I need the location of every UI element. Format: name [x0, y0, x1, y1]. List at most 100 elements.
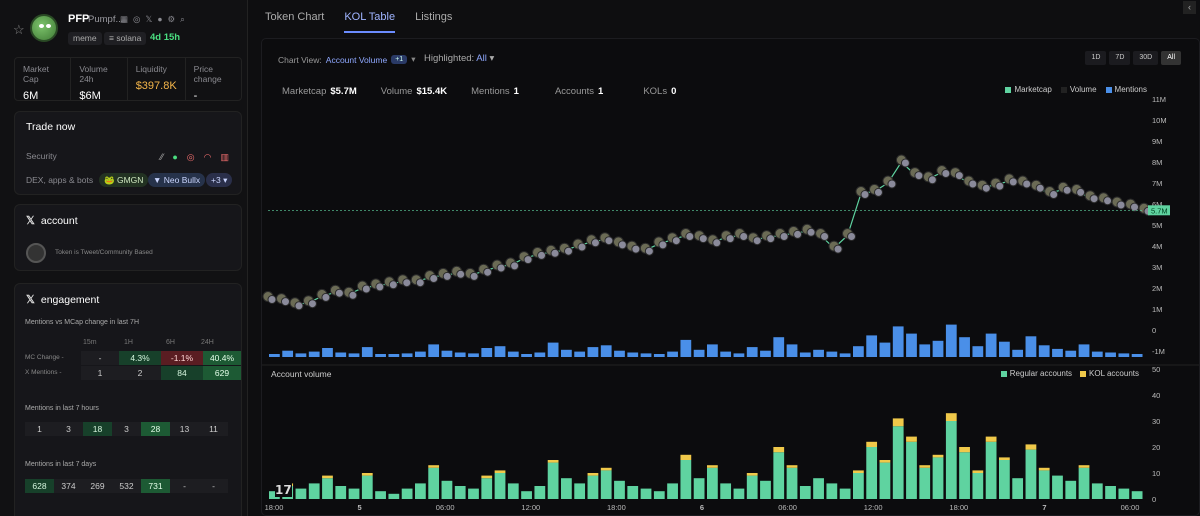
regular-accounts-bar — [627, 486, 639, 499]
tag-solana-label: solana — [116, 33, 142, 43]
regular-accounts-bar — [799, 486, 811, 499]
app-neo-bullx[interactable]: ▼ Neo Bullx — [148, 173, 206, 187]
mentions-bar — [269, 354, 280, 357]
regular-accounts-bar — [375, 491, 386, 499]
x-icon[interactable]: 𝕏 — [145, 14, 152, 25]
mentions-bar — [1078, 344, 1090, 357]
mentions-bar — [1052, 348, 1063, 357]
kol-avatar-marker — [415, 278, 425, 288]
target-icon[interactable]: ◎ — [187, 152, 195, 163]
kol-avatar-marker — [469, 271, 479, 281]
kol-accounts-bar — [786, 465, 798, 468]
y-tick-label: 8M — [1152, 158, 1162, 167]
tab-token-chart[interactable]: Token Chart — [265, 11, 324, 33]
kol-avatar-marker — [361, 284, 371, 294]
mentions-bar — [1065, 350, 1077, 357]
account-avatar — [26, 243, 46, 263]
star-icon[interactable]: ☆ — [13, 22, 25, 38]
lock-icon[interactable]: ● — [172, 152, 177, 163]
kol-avatar-marker — [927, 175, 937, 185]
x-tick-label: 18:00 — [607, 503, 626, 512]
kol-accounts-bar — [773, 447, 785, 453]
security-label: Security — [26, 151, 57, 161]
mentions-bar — [322, 348, 333, 357]
regular-accounts-bar — [388, 493, 400, 499]
mentions-bar — [813, 349, 824, 357]
regular-accounts-bar — [600, 470, 612, 499]
tab-kol-table[interactable]: KOL Table — [344, 11, 396, 33]
kol-avatar-marker — [1035, 183, 1045, 193]
code-icon[interactable]: ⁄⁄ — [160, 152, 163, 163]
legend-kol[interactable]: KOL accounts — [1080, 369, 1139, 378]
bank-icon[interactable]: ▥ — [220, 152, 229, 163]
regular-accounts-bar — [468, 488, 479, 499]
security-icons: ⁄⁄ ● ◎ ◠ ▥ — [160, 152, 229, 163]
mentions-bar — [401, 353, 413, 357]
y-tick-label: 1M — [1152, 305, 1162, 314]
regular-accounts-bar — [985, 441, 997, 499]
kol-avatar-marker — [820, 232, 830, 241]
legend-regular[interactable]: Regular accounts — [1000, 369, 1072, 378]
kol-avatar-marker — [698, 234, 708, 244]
mentions-bar — [773, 337, 785, 357]
col-header: 1H — [124, 339, 133, 346]
regular-accounts-bar — [322, 478, 333, 499]
kol-avatar-marker — [941, 169, 951, 178]
y-tick-label: 40 — [1152, 391, 1160, 400]
search-icon[interactable]: ⌕ — [180, 14, 185, 25]
regular-accounts-bar — [707, 467, 718, 499]
regular-accounts-bar — [574, 483, 586, 499]
kol-accounts-bar — [1025, 444, 1037, 450]
mentions-bar — [454, 352, 466, 357]
regular-accounts-bar — [494, 473, 506, 499]
regular-accounts-bar — [773, 452, 785, 499]
mentions-bar — [600, 345, 612, 357]
more-apps-button[interactable]: +3 ▾ — [206, 173, 233, 187]
cell: 18 — [83, 422, 112, 436]
mentions-bar — [428, 344, 440, 357]
dex-label: DEX, apps & bots — [26, 175, 94, 185]
stat-value: 6M — [23, 90, 39, 102]
kol-avatar-marker — [294, 301, 304, 311]
engagement-card: 𝕏engagement Mentions vs MCap change in l… — [14, 283, 242, 516]
app-gmgn[interactable]: 🐸 GMGN — [99, 173, 149, 187]
chart-canvas[interactable]: 11M10M9M8M7M6M5M4M3M2M1M0-1M5.7M50403020… — [262, 39, 1199, 515]
kol-avatar-marker — [995, 181, 1005, 191]
mentions-bar — [521, 354, 532, 357]
tab-listings[interactable]: Listings — [415, 11, 452, 33]
kol-accounts-bar — [906, 436, 917, 442]
kol-avatar-marker — [550, 248, 560, 258]
mentions-bar — [906, 333, 917, 357]
col-header: 24H — [201, 339, 214, 346]
kol-avatar-marker — [685, 232, 695, 241]
kol-accounts-bar — [853, 470, 864, 473]
regular-accounts-bar — [441, 480, 453, 499]
cell: 40.4% — [203, 351, 241, 365]
gauge-icon[interactable]: ◠ — [204, 152, 212, 163]
regular-accounts-bar — [853, 473, 864, 499]
pill-icon[interactable]: ● — [157, 14, 162, 25]
mentions-bar — [720, 351, 732, 357]
cell: 13 — [170, 422, 199, 436]
legend-label: KOL accounts — [1089, 369, 1139, 378]
col-header: 15m — [83, 339, 97, 346]
mentions-bar — [1038, 345, 1050, 357]
kol-accounts-bar — [494, 470, 506, 473]
mentions-bar — [640, 353, 652, 357]
globe-icon[interactable]: ◎ — [133, 14, 140, 25]
row-label: MC Change - — [25, 354, 64, 361]
regular-accounts-bar — [972, 473, 984, 499]
regular-accounts-bar — [720, 483, 732, 499]
regular-accounts-bar — [1025, 449, 1037, 499]
cell: - — [199, 479, 228, 493]
x-tick-label: 12:00 — [521, 503, 540, 512]
regular-accounts-bar — [839, 488, 851, 499]
mentions-bar — [959, 337, 970, 357]
gear-icon[interactable]: ⚙ — [167, 14, 175, 25]
copy-icon[interactable]: ▦ — [120, 14, 128, 25]
kol-accounts-bar — [866, 441, 878, 447]
kol-accounts-bar — [879, 460, 891, 463]
collapse-icon[interactable]: ‹ — [1183, 1, 1196, 14]
kol-accounts-bar — [972, 470, 984, 473]
token-age: 4d 15h — [150, 32, 181, 43]
